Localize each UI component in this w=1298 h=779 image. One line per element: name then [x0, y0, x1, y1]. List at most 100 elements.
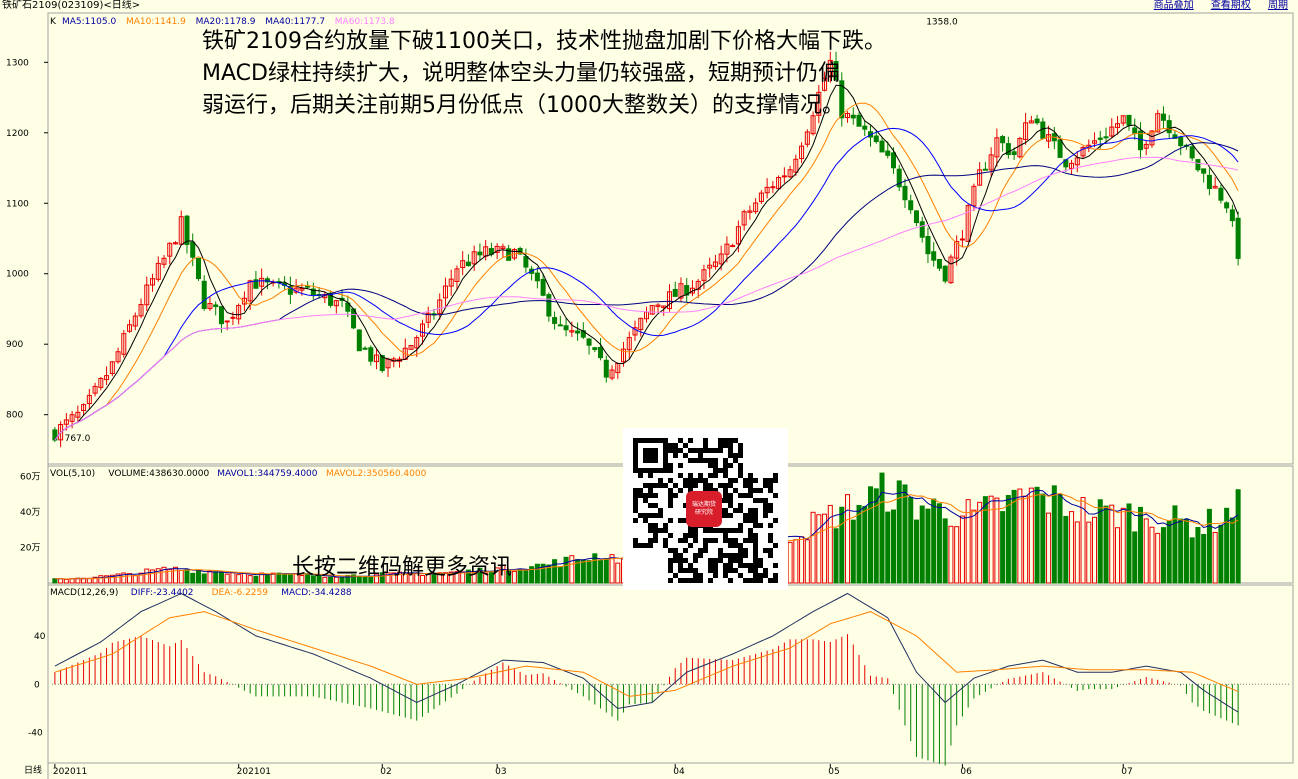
candle-body — [730, 245, 736, 248]
qr-module — [768, 533, 773, 538]
qr-module — [648, 458, 653, 463]
qr-module — [648, 528, 653, 533]
qr-module — [633, 438, 638, 443]
volume-bar — [563, 556, 569, 584]
macd-tick-label: 40 — [34, 632, 46, 642]
qr-module — [738, 553, 743, 558]
qr-module — [753, 558, 758, 563]
volume-bar — [282, 573, 288, 584]
qr-module — [678, 558, 683, 563]
candle-body — [1160, 113, 1166, 121]
volume-bar — [787, 541, 793, 584]
qr-module — [728, 558, 733, 563]
qr-module — [633, 463, 638, 468]
qr-module — [648, 513, 653, 518]
qr-module — [698, 478, 703, 483]
qr-module — [723, 488, 728, 493]
qr-module — [718, 468, 723, 473]
qr-module — [633, 488, 638, 493]
candle-body — [1097, 137, 1103, 140]
qr-module — [713, 568, 718, 573]
qr-module — [738, 528, 743, 533]
qr-module — [748, 488, 753, 493]
volume-bar — [552, 559, 558, 584]
price-tick-label: 1000 — [6, 270, 29, 280]
qr-module — [643, 498, 648, 503]
candle-body — [885, 150, 891, 156]
qr-module — [718, 528, 723, 533]
qr-module — [728, 498, 733, 503]
volume-bar — [178, 569, 184, 584]
qr-module — [673, 448, 678, 453]
qr-module — [648, 468, 653, 473]
qr-module — [658, 508, 663, 513]
volume-bar — [1005, 495, 1011, 584]
volume-legend-item: MAVOL2:350560.4000 — [326, 469, 427, 479]
qr-module — [653, 458, 658, 463]
qr-module — [728, 543, 733, 548]
qr-module — [683, 478, 688, 483]
qr-module — [638, 493, 643, 498]
qr-module — [768, 553, 773, 558]
qr-module — [713, 538, 718, 543]
volume-bar — [977, 501, 983, 584]
qr-module — [698, 448, 703, 453]
qr-module — [723, 443, 728, 448]
qr-module — [668, 533, 673, 538]
macd-tick-label: 0 — [34, 680, 40, 690]
candle-body — [879, 140, 885, 153]
volume-bar — [1149, 526, 1155, 584]
price-tick-label: 1100 — [6, 199, 29, 209]
qr-module — [753, 478, 758, 483]
qr-module — [728, 483, 733, 488]
qr-module — [733, 458, 738, 463]
qr-module — [668, 448, 673, 453]
qr-module — [753, 553, 758, 558]
volume-bar — [850, 519, 856, 584]
qr-module — [668, 548, 673, 553]
volume-bar — [1034, 486, 1040, 584]
qr-module — [663, 463, 668, 468]
volume-bar — [58, 578, 64, 584]
qr-module — [653, 528, 658, 533]
qr-module — [748, 493, 753, 498]
price-legend-item: MA5:1105.0 — [62, 17, 116, 27]
qr-module — [723, 563, 728, 568]
qr-module — [673, 553, 678, 558]
qr-module — [703, 543, 708, 548]
volume-bar — [253, 575, 259, 584]
qr-module — [763, 483, 768, 488]
qr-module — [753, 568, 758, 573]
qr-module — [753, 543, 758, 548]
candle-body — [356, 329, 362, 352]
volume-bar — [1103, 505, 1109, 584]
volume-bar — [184, 569, 190, 584]
qr-module — [663, 483, 668, 488]
qr-module — [723, 438, 728, 443]
volume-bar — [1195, 527, 1201, 584]
volume-bar — [1229, 517, 1235, 584]
qr-module — [728, 438, 733, 443]
qr-module — [743, 478, 748, 483]
qr-module — [748, 473, 753, 478]
volume-bar — [902, 484, 908, 584]
qr-module — [738, 508, 743, 513]
candle-body — [362, 347, 368, 350]
qr-module — [758, 578, 763, 583]
candle-body — [586, 338, 592, 346]
qr-module — [693, 458, 698, 463]
volume-bar — [1183, 518, 1189, 584]
volume-bar — [948, 525, 954, 584]
qr-module — [678, 578, 683, 583]
qr-module — [633, 458, 638, 463]
candle-body — [1034, 118, 1040, 124]
macd-tick-label: -40 — [28, 729, 43, 739]
candle-body — [1011, 151, 1017, 155]
qr-module — [738, 558, 743, 563]
qr-module — [733, 488, 738, 493]
x-tick-label: 06 — [960, 767, 972, 777]
qr-module — [653, 503, 658, 508]
qr-module — [753, 498, 758, 503]
candle-body — [931, 251, 937, 261]
volume-bar — [586, 560, 592, 584]
